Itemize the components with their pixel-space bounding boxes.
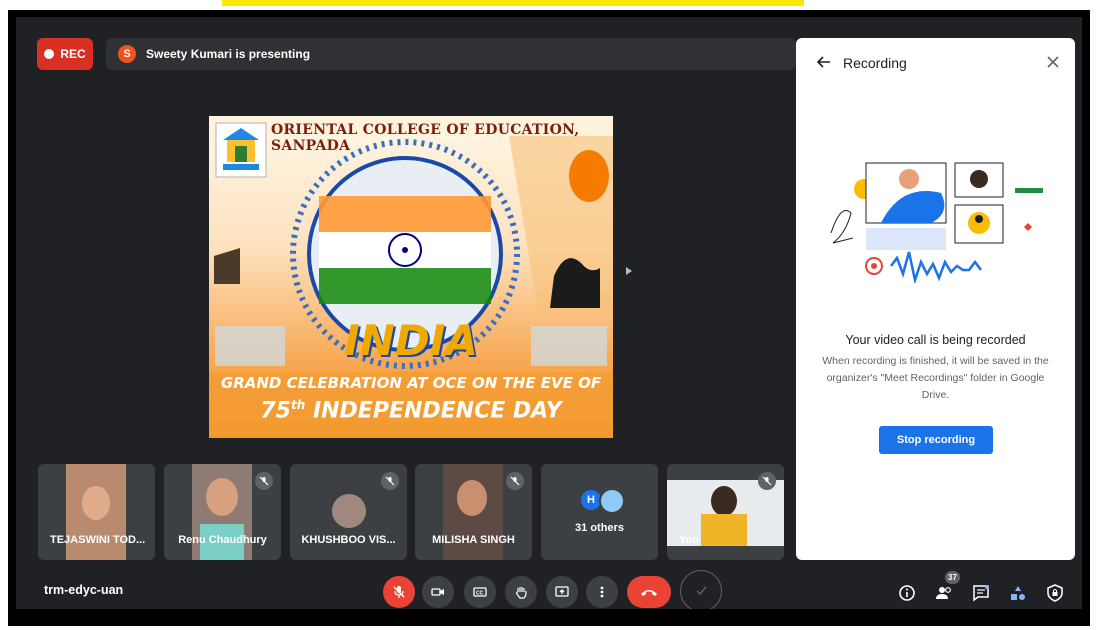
slide-college-title: ORIENTAL COLLEGE OF EDUCATION, SANPADA [271, 122, 580, 154]
record-dot-icon [44, 49, 55, 59]
rec-label: REC [60, 47, 86, 61]
participant-name: Renu Chaudhury [178, 534, 267, 546]
end-call-icon [641, 590, 657, 596]
others-count: 31 others [575, 522, 624, 534]
slide-celebration-line: GRAND CELEBRATION AT OCE ON THE EVE OF [220, 374, 602, 392]
presented-slide: ORIENTAL COLLEGE OF EDUCATION, SANPADA I… [209, 116, 613, 438]
activities-button[interactable] [1007, 582, 1029, 604]
participant-tile[interactable]: Renu Chaudhury [164, 464, 281, 560]
camera-toggle-button[interactable] [422, 576, 454, 608]
captions-icon: CC [473, 587, 487, 597]
presenting-bar[interactable]: S Sweety Kumari is presenting [106, 38, 796, 70]
leave-call-button[interactable] [627, 576, 671, 608]
mic-off-icon [758, 472, 776, 490]
participant-face [206, 478, 238, 516]
people-button[interactable] [933, 582, 955, 604]
info-icon [899, 585, 915, 601]
activities-icon [1011, 586, 1025, 600]
participant-avatar [332, 494, 366, 528]
participant-tile[interactable]: KHUSHBOO VIS... [290, 464, 407, 560]
participant-name: TEJASWINI TOD... [50, 534, 146, 546]
participant-tile[interactable]: TEJASWINI TOD... [38, 464, 155, 560]
top-highlight-banner [222, 0, 804, 6]
camera-icon [431, 588, 444, 596]
shield-lock-icon [1047, 584, 1063, 602]
meet-window: REC S Sweety Kumari is presenting ORIENT… [16, 17, 1082, 609]
participant-name: You [679, 534, 699, 546]
slide-independence-text: INDEPENDENCE DAY [312, 398, 562, 424]
mic-off-icon [255, 472, 273, 490]
others-tile[interactable]: H 31 others [541, 464, 658, 560]
slide-headline: INDIA [344, 316, 478, 365]
slide-anniversary-number: 75 [260, 398, 291, 424]
participant-name: KHUSHBOO VIS... [301, 534, 396, 546]
college-logo-icon [215, 122, 267, 178]
host-controls-button[interactable] [1044, 582, 1066, 604]
participant-name: MILISHA SINGH [432, 534, 515, 546]
mic-off-icon [381, 472, 399, 490]
recording-illustration-icon [830, 162, 1043, 283]
recording-indicator-button[interactable]: REC [37, 38, 93, 70]
captions-button[interactable]: CC [464, 576, 496, 608]
recording-heading: Your video call is being recorded [845, 333, 1026, 347]
recording-panel: Recording Your video call is being recor… [796, 38, 1075, 560]
participant-tile[interactable]: MILISHA SINGH [415, 464, 532, 560]
chat-button[interactable] [970, 582, 992, 604]
self-face [711, 486, 737, 516]
presenting-text: Sweety Kumari is presenting [146, 47, 311, 61]
panel-title: Recording [843, 55, 907, 71]
meeting-code: trm-edyc-uan [44, 583, 124, 597]
participant-face [457, 480, 487, 516]
close-icon[interactable] [1045, 54, 1061, 70]
check-icon [680, 570, 722, 609]
meeting-details-button[interactable] [896, 582, 918, 604]
participant-face [82, 486, 110, 520]
mic-off-icon [393, 586, 405, 598]
slide-independence-line: 75th INDEPENDENCE DAY [209, 398, 613, 423]
hand-icon [516, 587, 527, 599]
others-avatar-photo [599, 488, 625, 514]
recording-description: When recording is finished, it will be s… [822, 355, 1049, 401]
stop-recording-button[interactable]: Stop recording [879, 426, 993, 454]
svg-text:CC: CC [476, 591, 484, 597]
mic-toggle-button[interactable] [383, 576, 415, 608]
others-avatar: H [581, 490, 601, 510]
presenter-avatar: S [118, 45, 136, 63]
participants-count-badge: 37 [945, 571, 960, 584]
more-options-button[interactable] [586, 576, 618, 608]
cursor-icon [626, 267, 632, 275]
more-vert-icon [600, 586, 604, 598]
back-arrow-icon[interactable] [816, 54, 832, 70]
raise-hand-button[interactable] [505, 576, 537, 608]
chat-icon [973, 585, 989, 602]
self-tile[interactable]: You [667, 464, 784, 560]
mic-off-icon [506, 472, 524, 490]
people-icon [936, 587, 951, 599]
present-screen-button[interactable] [546, 576, 578, 608]
slide-ordinal-suffix: th [290, 398, 306, 412]
present-screen-icon [555, 586, 569, 597]
